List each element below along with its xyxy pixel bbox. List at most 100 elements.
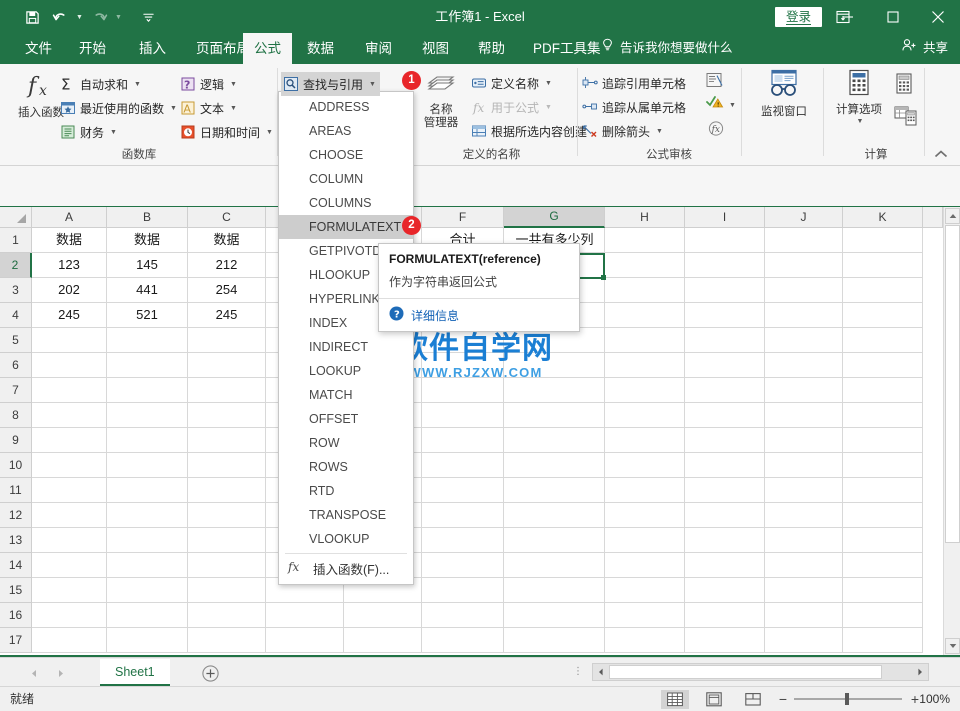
- cell-A16[interactable]: [32, 603, 107, 628]
- calculate-sheet-icon[interactable]: [894, 104, 920, 126]
- cell-H3[interactable]: [605, 278, 685, 303]
- cell-H16[interactable]: [605, 603, 685, 628]
- lookup-reference-menu[interactable]: ADDRESS AREAS CHOOSE COLUMN COLUMNS FORM…: [278, 91, 414, 585]
- cell-C4[interactable]: 245: [188, 303, 266, 328]
- cell-G8[interactable]: [504, 403, 605, 428]
- cell-I14[interactable]: [685, 553, 765, 578]
- column-header-B[interactable]: B: [107, 207, 188, 228]
- cell-G13[interactable]: [504, 528, 605, 553]
- cell-F9[interactable]: [422, 428, 504, 453]
- chevron-down-icon[interactable]: ▼: [369, 81, 376, 88]
- cell-G11[interactable]: [504, 478, 605, 503]
- cell-A9[interactable]: [32, 428, 107, 453]
- cell-I6[interactable]: [685, 353, 765, 378]
- column-header-I[interactable]: I: [685, 207, 765, 228]
- menu-item-rtd[interactable]: RTD: [279, 479, 413, 503]
- cell-A17[interactable]: [32, 628, 107, 653]
- cell-I11[interactable]: [685, 478, 765, 503]
- cell-B17[interactable]: [107, 628, 188, 653]
- cell-J1[interactable]: [765, 228, 843, 253]
- cell-I16[interactable]: [685, 603, 765, 628]
- menu-item-formulatext[interactable]: FORMULATEXT: [279, 215, 413, 239]
- cell-C11[interactable]: [188, 478, 266, 503]
- cell-K4[interactable]: [843, 303, 923, 328]
- lookup-reference-button[interactable]: 查找与引用 ▼: [281, 72, 380, 96]
- cell-I1[interactable]: [685, 228, 765, 253]
- horizontal-scrollbar[interactable]: [592, 663, 929, 681]
- cell-K7[interactable]: [843, 378, 923, 403]
- cell-H15[interactable]: [605, 578, 685, 603]
- sign-in-button[interactable]: 登录: [774, 7, 822, 27]
- financial-button[interactable]: 财务 ▼: [60, 120, 117, 144]
- cell-A12[interactable]: [32, 503, 107, 528]
- cell-C5[interactable]: [188, 328, 266, 353]
- cell-H7[interactable]: [605, 378, 685, 403]
- cell-K3[interactable]: [843, 278, 923, 303]
- cell-C12[interactable]: [188, 503, 266, 528]
- cell-I3[interactable]: [685, 278, 765, 303]
- cell-A15[interactable]: [32, 578, 107, 603]
- cell-J4[interactable]: [765, 303, 843, 328]
- cell-H2[interactable]: [605, 253, 685, 278]
- tab-home[interactable]: 开始: [68, 33, 117, 64]
- cell-F7[interactable]: [422, 378, 504, 403]
- calculate-now-icon[interactable]: [894, 73, 916, 94]
- cell-F11[interactable]: [422, 478, 504, 503]
- row-header-7[interactable]: 7: [0, 378, 32, 403]
- cell-F12[interactable]: [422, 503, 504, 528]
- cell-K16[interactable]: [843, 603, 923, 628]
- cell-C1[interactable]: 数据: [188, 228, 266, 253]
- cell-B4[interactable]: 521: [107, 303, 188, 328]
- cell-J12[interactable]: [765, 503, 843, 528]
- show-formulas-icon[interactable]: [706, 72, 726, 90]
- cell-I13[interactable]: [685, 528, 765, 553]
- error-checking-button[interactable]: ▼: [706, 96, 740, 114]
- vertical-scrollbar[interactable]: [943, 207, 960, 655]
- cell-K14[interactable]: [843, 553, 923, 578]
- scroll-left-icon[interactable]: [594, 665, 608, 679]
- row-header-8[interactable]: 8: [0, 403, 32, 428]
- cell-H9[interactable]: [605, 428, 685, 453]
- chevron-down-icon[interactable]: ▼: [230, 105, 237, 112]
- menu-item-row[interactable]: ROW: [279, 431, 413, 455]
- cell-F10[interactable]: [422, 453, 504, 478]
- scroll-up-icon[interactable]: [945, 208, 960, 224]
- maximize-button[interactable]: [870, 0, 915, 33]
- cell-J8[interactable]: [765, 403, 843, 428]
- row-header-4[interactable]: 4: [0, 303, 32, 328]
- cell-K8[interactable]: [843, 403, 923, 428]
- chevron-down-icon[interactable]: ▼: [170, 105, 177, 112]
- tab-file[interactable]: 文件: [14, 33, 63, 64]
- cell-G9[interactable]: [504, 428, 605, 453]
- cell-J11[interactable]: [765, 478, 843, 503]
- cell-K12[interactable]: [843, 503, 923, 528]
- cell-A4[interactable]: 245: [32, 303, 107, 328]
- cell-H17[interactable]: [605, 628, 685, 653]
- cell-C6[interactable]: [188, 353, 266, 378]
- chevron-down-icon[interactable]: ▼: [545, 80, 552, 87]
- cell-J6[interactable]: [765, 353, 843, 378]
- cell-C2[interactable]: 212: [188, 253, 266, 278]
- cell-H10[interactable]: [605, 453, 685, 478]
- column-header-A[interactable]: A: [32, 207, 107, 228]
- chevron-down-icon[interactable]: ▼: [110, 129, 117, 136]
- cell-K15[interactable]: [843, 578, 923, 603]
- cell-J15[interactable]: [765, 578, 843, 603]
- cell-I5[interactable]: [685, 328, 765, 353]
- cell-K10[interactable]: [843, 453, 923, 478]
- zoom-in-button[interactable]: +: [911, 687, 919, 711]
- close-button[interactable]: [915, 0, 960, 33]
- cell-G7[interactable]: [504, 378, 605, 403]
- cell-E17[interactable]: [344, 628, 422, 653]
- row-header-10[interactable]: 10: [0, 453, 32, 478]
- tab-insert[interactable]: 插入: [128, 33, 177, 64]
- vertical-scroll-thumb[interactable]: [945, 225, 960, 543]
- cell-H12[interactable]: [605, 503, 685, 528]
- cell-A7[interactable]: [32, 378, 107, 403]
- cell-H6[interactable]: [605, 353, 685, 378]
- cell-G12[interactable]: [504, 503, 605, 528]
- tell-me-search[interactable]: 告诉我你想要做什么: [601, 33, 733, 64]
- row-header-1[interactable]: 1: [0, 228, 32, 253]
- cell-K9[interactable]: [843, 428, 923, 453]
- normal-view-icon[interactable]: [661, 690, 689, 709]
